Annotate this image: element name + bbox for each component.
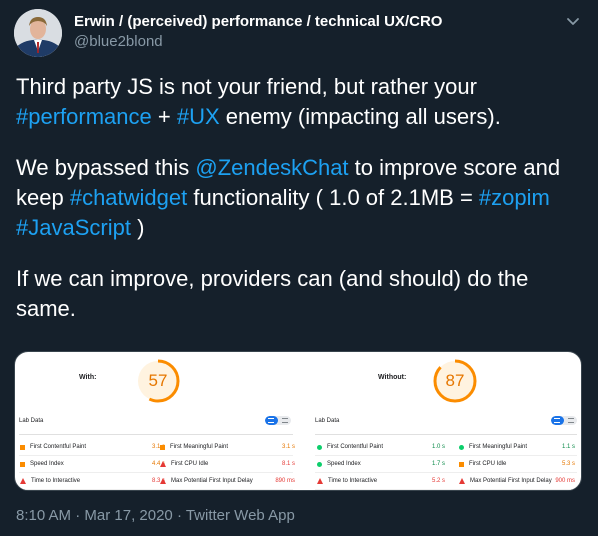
hashtag-zopim[interactable]: #zopim xyxy=(479,185,550,210)
panel-label: Without: xyxy=(378,374,407,381)
hashtag-chatwidget[interactable]: #chatwidget xyxy=(70,185,187,210)
metric-name: Time to Interactive xyxy=(31,478,81,484)
more-options-button[interactable] xyxy=(562,10,584,32)
metric-value: 3.1 s xyxy=(151,444,165,450)
lab-data-title: Lab Data xyxy=(315,418,340,424)
divider xyxy=(19,434,293,435)
metric-item: First Contentful Paint xyxy=(20,440,86,454)
tweet-text: Third party JS is not your friend, but r… xyxy=(16,72,586,345)
lab-data-title: Lab Data xyxy=(19,418,44,424)
media-image[interactable]: With: 57 Lab Data First Contentful Paint… xyxy=(14,351,582,491)
row-divider xyxy=(315,472,577,473)
tweet-time[interactable]: 8:10 AM xyxy=(16,507,71,524)
metric-item: First Contentful Paint xyxy=(317,440,383,454)
metric-marker-icon xyxy=(160,461,166,467)
divider xyxy=(315,434,577,435)
tweet-footer: 8:10 AM · Mar 17, 2020 · Twitter Web App xyxy=(16,507,295,524)
metric-marker-icon xyxy=(317,444,322,450)
tweet-date[interactable]: Mar 17, 2020 xyxy=(84,507,172,524)
metric-item: First Meaningful Paint xyxy=(160,440,228,454)
metric-value: 5.3 s xyxy=(561,461,575,467)
metric-item: Time to Interactive xyxy=(317,474,377,488)
metric-name: Speed Index xyxy=(327,461,361,467)
tweet-paragraph-1: Third party JS is not your friend, but r… xyxy=(16,74,501,129)
score-value: 57 xyxy=(148,371,168,390)
mention-zendeskchat[interactable]: @ZendeskChat xyxy=(195,155,348,180)
metric-value: 8.3 s xyxy=(151,478,165,484)
metric-item: Time to Interactive xyxy=(20,474,80,488)
hashtag-performance[interactable]: #performance xyxy=(16,104,152,129)
chevron-down-icon xyxy=(567,18,579,25)
metric-name: First Contentful Paint xyxy=(327,444,384,450)
metric-item: Max Potential First Input Delay xyxy=(160,474,253,488)
display-name[interactable]: Erwin / (perceived) performance / techni… xyxy=(74,13,442,30)
row-divider xyxy=(19,472,293,473)
metric-marker-icon xyxy=(459,461,464,467)
metric-marker-icon xyxy=(160,478,166,484)
metric-value: 5.2 s xyxy=(431,478,445,484)
view-toggle[interactable] xyxy=(265,416,291,425)
panel-label: With: xyxy=(79,374,97,381)
metric-marker-icon xyxy=(20,444,25,450)
metric-name: First CPU Idle xyxy=(469,461,507,467)
row-divider xyxy=(315,455,577,456)
metric-value: 3.1 s xyxy=(281,444,295,450)
avatar-photo xyxy=(14,9,62,57)
metric-name: Time to Interactive xyxy=(328,478,378,484)
metric-value: 900 ms xyxy=(555,478,575,484)
metric-value: 4.4 s xyxy=(151,461,165,467)
metric-name: Speed Index xyxy=(30,461,64,467)
report-panel-without: Without: 87 Lab Data First Contentful Pa… xyxy=(299,352,581,490)
tweet-paragraph-2: We bypassed this @ZendeskChat to improve… xyxy=(16,155,561,240)
metric-value: 1.7 s xyxy=(431,461,445,467)
metric-name: First Contentful Paint xyxy=(30,444,87,450)
metric-item: First Meaningful Paint xyxy=(459,440,527,454)
metric-marker-icon xyxy=(20,461,25,467)
view-toggle[interactable] xyxy=(551,416,577,425)
metric-item: Speed Index xyxy=(317,457,361,471)
avatar[interactable] xyxy=(14,9,62,57)
row-divider xyxy=(19,489,293,490)
metric-value: 1.1 s xyxy=(561,444,575,450)
hashtag-javascript[interactable]: #JavaScript xyxy=(16,215,131,240)
score-gauge: 87 xyxy=(431,357,479,405)
score-gauge: 57 xyxy=(134,357,182,405)
metric-name: First CPU Idle xyxy=(171,461,209,467)
tweet-paragraph-3: If we can improve, providers can (and sh… xyxy=(16,266,529,321)
metric-name: Max Potential First Input Delay xyxy=(171,478,253,484)
metric-marker-icon xyxy=(317,461,322,467)
metric-marker-icon xyxy=(459,478,465,484)
metric-item: First CPU Idle xyxy=(459,457,506,471)
metric-marker-icon xyxy=(20,478,26,484)
metric-item: Speed Index xyxy=(20,457,64,471)
report-panel-with: With: 57 Lab Data First Contentful Paint… xyxy=(15,352,299,490)
metric-marker-icon xyxy=(160,444,165,450)
metric-value: 1.0 s xyxy=(431,444,445,450)
metric-name: First Meaningful Paint xyxy=(469,444,528,450)
score-value: 87 xyxy=(445,371,465,390)
metric-marker-icon xyxy=(317,478,323,484)
metric-item: First CPU Idle xyxy=(160,457,208,471)
metric-value: 8.1 s xyxy=(281,461,295,467)
row-divider xyxy=(315,489,577,490)
hashtag-ux[interactable]: #UX xyxy=(177,104,220,129)
tweet-source[interactable]: Twitter Web App xyxy=(186,507,295,524)
row-divider xyxy=(19,455,293,456)
metric-value: 890 ms xyxy=(275,478,295,484)
tweet: Erwin / (perceived) performance / techni… xyxy=(0,0,598,536)
user-handle[interactable]: @blue2blond xyxy=(74,33,163,50)
metric-marker-icon xyxy=(459,444,464,450)
metric-name: First Meaningful Paint xyxy=(170,444,229,450)
